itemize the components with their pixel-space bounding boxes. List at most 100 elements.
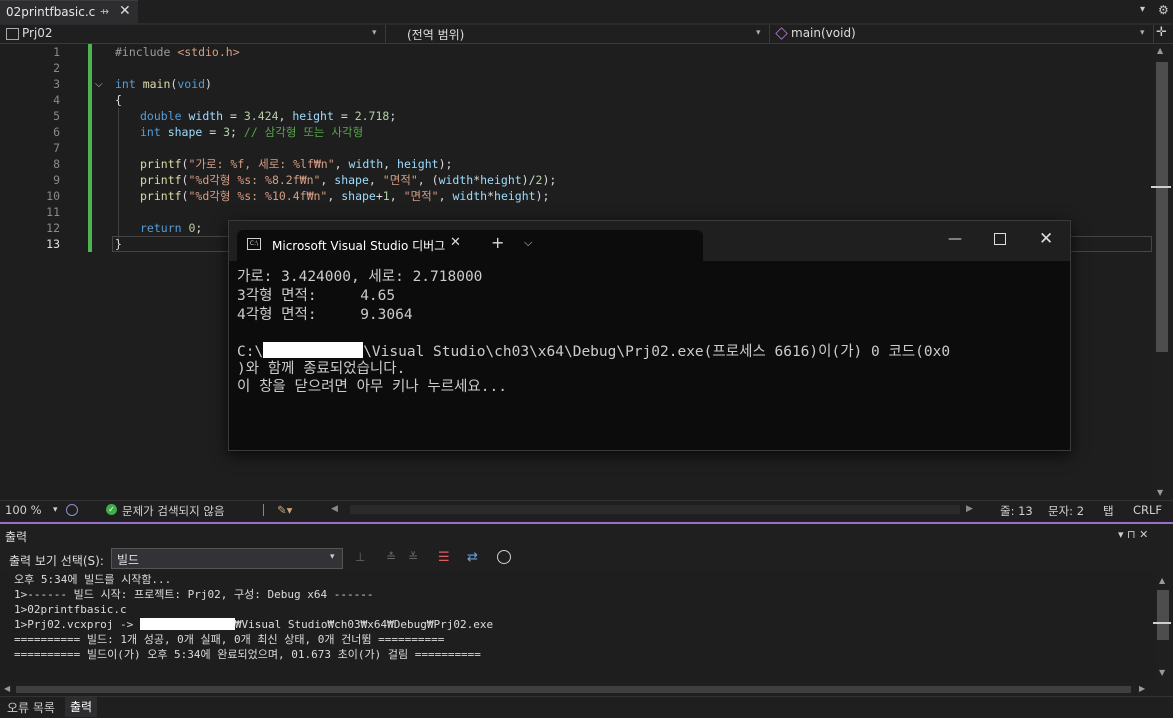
minimize-icon[interactable]: — <box>948 231 962 247</box>
output-line: 1>------ 빌드 시작: 프로젝트: Prj02, 구성: Debug x… <box>14 588 374 601</box>
line-number: 6 <box>53 125 60 139</box>
console-title-bar[interactable]: C:\ Microsoft Visual Studio 디버그 ✕ + ⌵ — … <box>229 221 1070 261</box>
column-indicator[interactable]: 문자: 2 <box>1048 503 1084 519</box>
navigation-bar: Prj02 ▾ (전역 범위) ▾ main(void) ▾ ✛ <box>0 25 1173 44</box>
intellicode-icon[interactable] <box>66 504 78 516</box>
project-name: Prj02 <box>22 26 53 40</box>
project-icon <box>6 28 19 40</box>
scroll-right-icon[interactable]: ▶ <box>966 504 973 514</box>
scroll-left-icon[interactable]: ◀ <box>331 504 338 514</box>
line-number: 10 <box>46 189 60 203</box>
indent-guide <box>118 108 119 244</box>
gear-icon[interactable]: ⚙ <box>1158 3 1169 17</box>
output-panel-title: 출력 <box>5 530 28 544</box>
chevron-down-icon[interactable]: ⌵ <box>524 236 532 250</box>
code-line: } <box>115 237 122 251</box>
scrollbar-thumb[interactable] <box>16 686 1131 693</box>
eol-indicator[interactable]: CRLF <box>1133 503 1162 517</box>
close-icon[interactable]: ✕ <box>450 235 461 250</box>
method-icon <box>775 27 788 40</box>
line-number: 2 <box>53 61 60 75</box>
scroll-down-icon[interactable]: ▼ <box>1157 488 1163 497</box>
line-number: 4 <box>53 93 60 107</box>
tab-output[interactable]: 출력 <box>65 697 98 717</box>
debug-console-window[interactable]: C:\ Microsoft Visual Studio 디버그 ✕ + ⌵ — … <box>228 220 1071 451</box>
output-line: 1>Prj02.vcxproj -> ₩Visual Studio₩ch03₩x… <box>14 618 494 631</box>
output-line: ========== 빌드이(가) 오후 5:34에 완료되었으며, 01.67… <box>14 648 481 661</box>
scope-dropdown[interactable]: (전역 범위) ▾ <box>386 25 770 43</box>
scroll-right-icon[interactable]: ▶ <box>1139 684 1145 693</box>
cleanup-brush-icon[interactable]: ✎▾ <box>277 503 292 517</box>
code-line: double width = 3.424, height = 2.718; <box>140 109 397 123</box>
document-tab[interactable]: 02printfbasic.c ⇸ ✕ <box>0 0 138 24</box>
editor-status-bar: 100 % ▾ ✓ 문제가 검색되지 않음 ✎▾ ◀ ▶ 줄: 13 문자: 2… <box>0 500 1173 519</box>
panel-accent-bar <box>0 522 1173 524</box>
line-number-gutter: 1 2 3 4 5 6 7 8 9 10 11 12 13 <box>0 44 60 502</box>
check-icon: ✓ <box>106 504 117 515</box>
tab-list-dropdown-icon[interactable]: ▾ <box>1140 4 1145 15</box>
console-line: 가로: 3.424000, 세로: 2.718000 <box>237 269 483 285</box>
show-output-from-label: 출력 보기 선택(S): <box>9 554 104 568</box>
next-message-icon: ≚ <box>408 550 419 564</box>
window-close-icon[interactable]: ✕ <box>1039 229 1053 249</box>
change-tracking-bar <box>88 44 92 252</box>
code-line: printf("%d각형 %s: %8.2f₩n", shape, "면적", … <box>140 173 557 187</box>
tab-error-list[interactable]: 오류 목록 <box>7 699 55 716</box>
console-line: 이 창을 닫으려면 아무 키나 누르세요... <box>237 379 507 395</box>
console-tab-title: Microsoft Visual Studio 디버그 <box>272 239 446 253</box>
bottom-tool-tabs: 오류 목록 출력 <box>0 696 1173 718</box>
scroll-position-marker <box>1151 186 1171 188</box>
console-line: 3각형 면적: 4.65 <box>237 288 396 304</box>
function-label: main(void) <box>791 26 856 40</box>
issues-status[interactable]: 문제가 검색되지 않음 <box>122 503 225 519</box>
line-number: 8 <box>53 157 60 171</box>
chevron-down-icon[interactable]: ▾ <box>53 505 58 515</box>
line-indicator[interactable]: 줄: 13 <box>1000 503 1033 519</box>
pin-icon[interactable]: ⇸ <box>100 5 109 18</box>
chevron-down-icon: ▾ <box>372 28 377 38</box>
line-number-current: 13 <box>46 237 60 251</box>
scrollbar-thumb[interactable] <box>1156 62 1168 352</box>
tab-indicator[interactable]: 탭 <box>1103 503 1114 519</box>
line-number: 3 <box>53 77 60 91</box>
word-wrap-icon[interactable]: ⇄ <box>467 550 478 565</box>
prev-message-icon: ≛ <box>386 550 397 564</box>
divider <box>263 504 264 516</box>
console-line: )와 함께 종료되었습니다. <box>237 361 406 377</box>
scrollbar-thumb[interactable] <box>1157 590 1169 640</box>
scroll-down-icon[interactable]: ▼ <box>1159 668 1165 677</box>
scroll-up-icon[interactable]: ▲ <box>1159 576 1165 585</box>
project-dropdown[interactable]: Prj02 ▾ <box>0 25 386 43</box>
scroll-up-icon[interactable]: ▲ <box>1157 46 1163 55</box>
line-number: 11 <box>46 205 60 219</box>
scroll-left-icon[interactable]: ◀ <box>4 684 10 693</box>
output-line: 오후 5:34에 빌드를 시작함... <box>14 573 172 586</box>
maximize-icon[interactable] <box>994 233 1006 245</box>
line-number: 9 <box>53 173 60 187</box>
zoom-level[interactable]: 100 % <box>5 503 42 517</box>
scope-label: (전역 범위) <box>407 28 465 42</box>
scroll-position-marker <box>1153 622 1171 624</box>
line-number: 1 <box>53 45 60 59</box>
line-number: 5 <box>53 109 60 123</box>
editor-horizontal-scrollbar[interactable] <box>350 505 960 514</box>
console-line: 4각형 면적: 9.3064 <box>237 307 413 323</box>
new-tab-icon[interactable]: + <box>491 233 504 252</box>
chevron-down-icon: ▾ <box>756 28 761 38</box>
redacted-block <box>139 618 235 630</box>
redacted-block <box>263 342 364 358</box>
output-source-select[interactable]: 빌드 ▾ <box>111 548 343 569</box>
output-text-area[interactable]: 오후 5:34에 빌드를 시작함... 1>------ 빌드 시작: 프로젝트… <box>0 572 1155 682</box>
panel-window-controls[interactable]: ▾ ⊓ ✕ <box>1118 528 1148 541</box>
output-line: ========== 빌드: 1개 성공, 0개 실패, 0개 최신 상태, 0… <box>14 633 445 646</box>
clear-all-icon[interactable]: ☰ <box>438 550 450 565</box>
tab-close-icon[interactable]: ✕ <box>119 3 131 19</box>
function-dropdown[interactable]: main(void) ▾ <box>770 25 1154 43</box>
code-line: printf("가로: %f, 세로: %lf₩n", width, heigh… <box>140 157 453 171</box>
split-icon[interactable]: ✛ <box>1156 25 1167 40</box>
console-line: C:\ \Visual Studio\ch03\x64\Debug\Prj02.e… <box>237 342 951 360</box>
code-line: #include <stdio.h> <box>115 45 240 59</box>
fold-chevron-icon[interactable]: ⌵ <box>95 79 103 90</box>
code-line: int shape = 3; // 삼각형 또는 사각형 <box>140 125 364 139</box>
clock-icon[interactable] <box>497 550 511 564</box>
